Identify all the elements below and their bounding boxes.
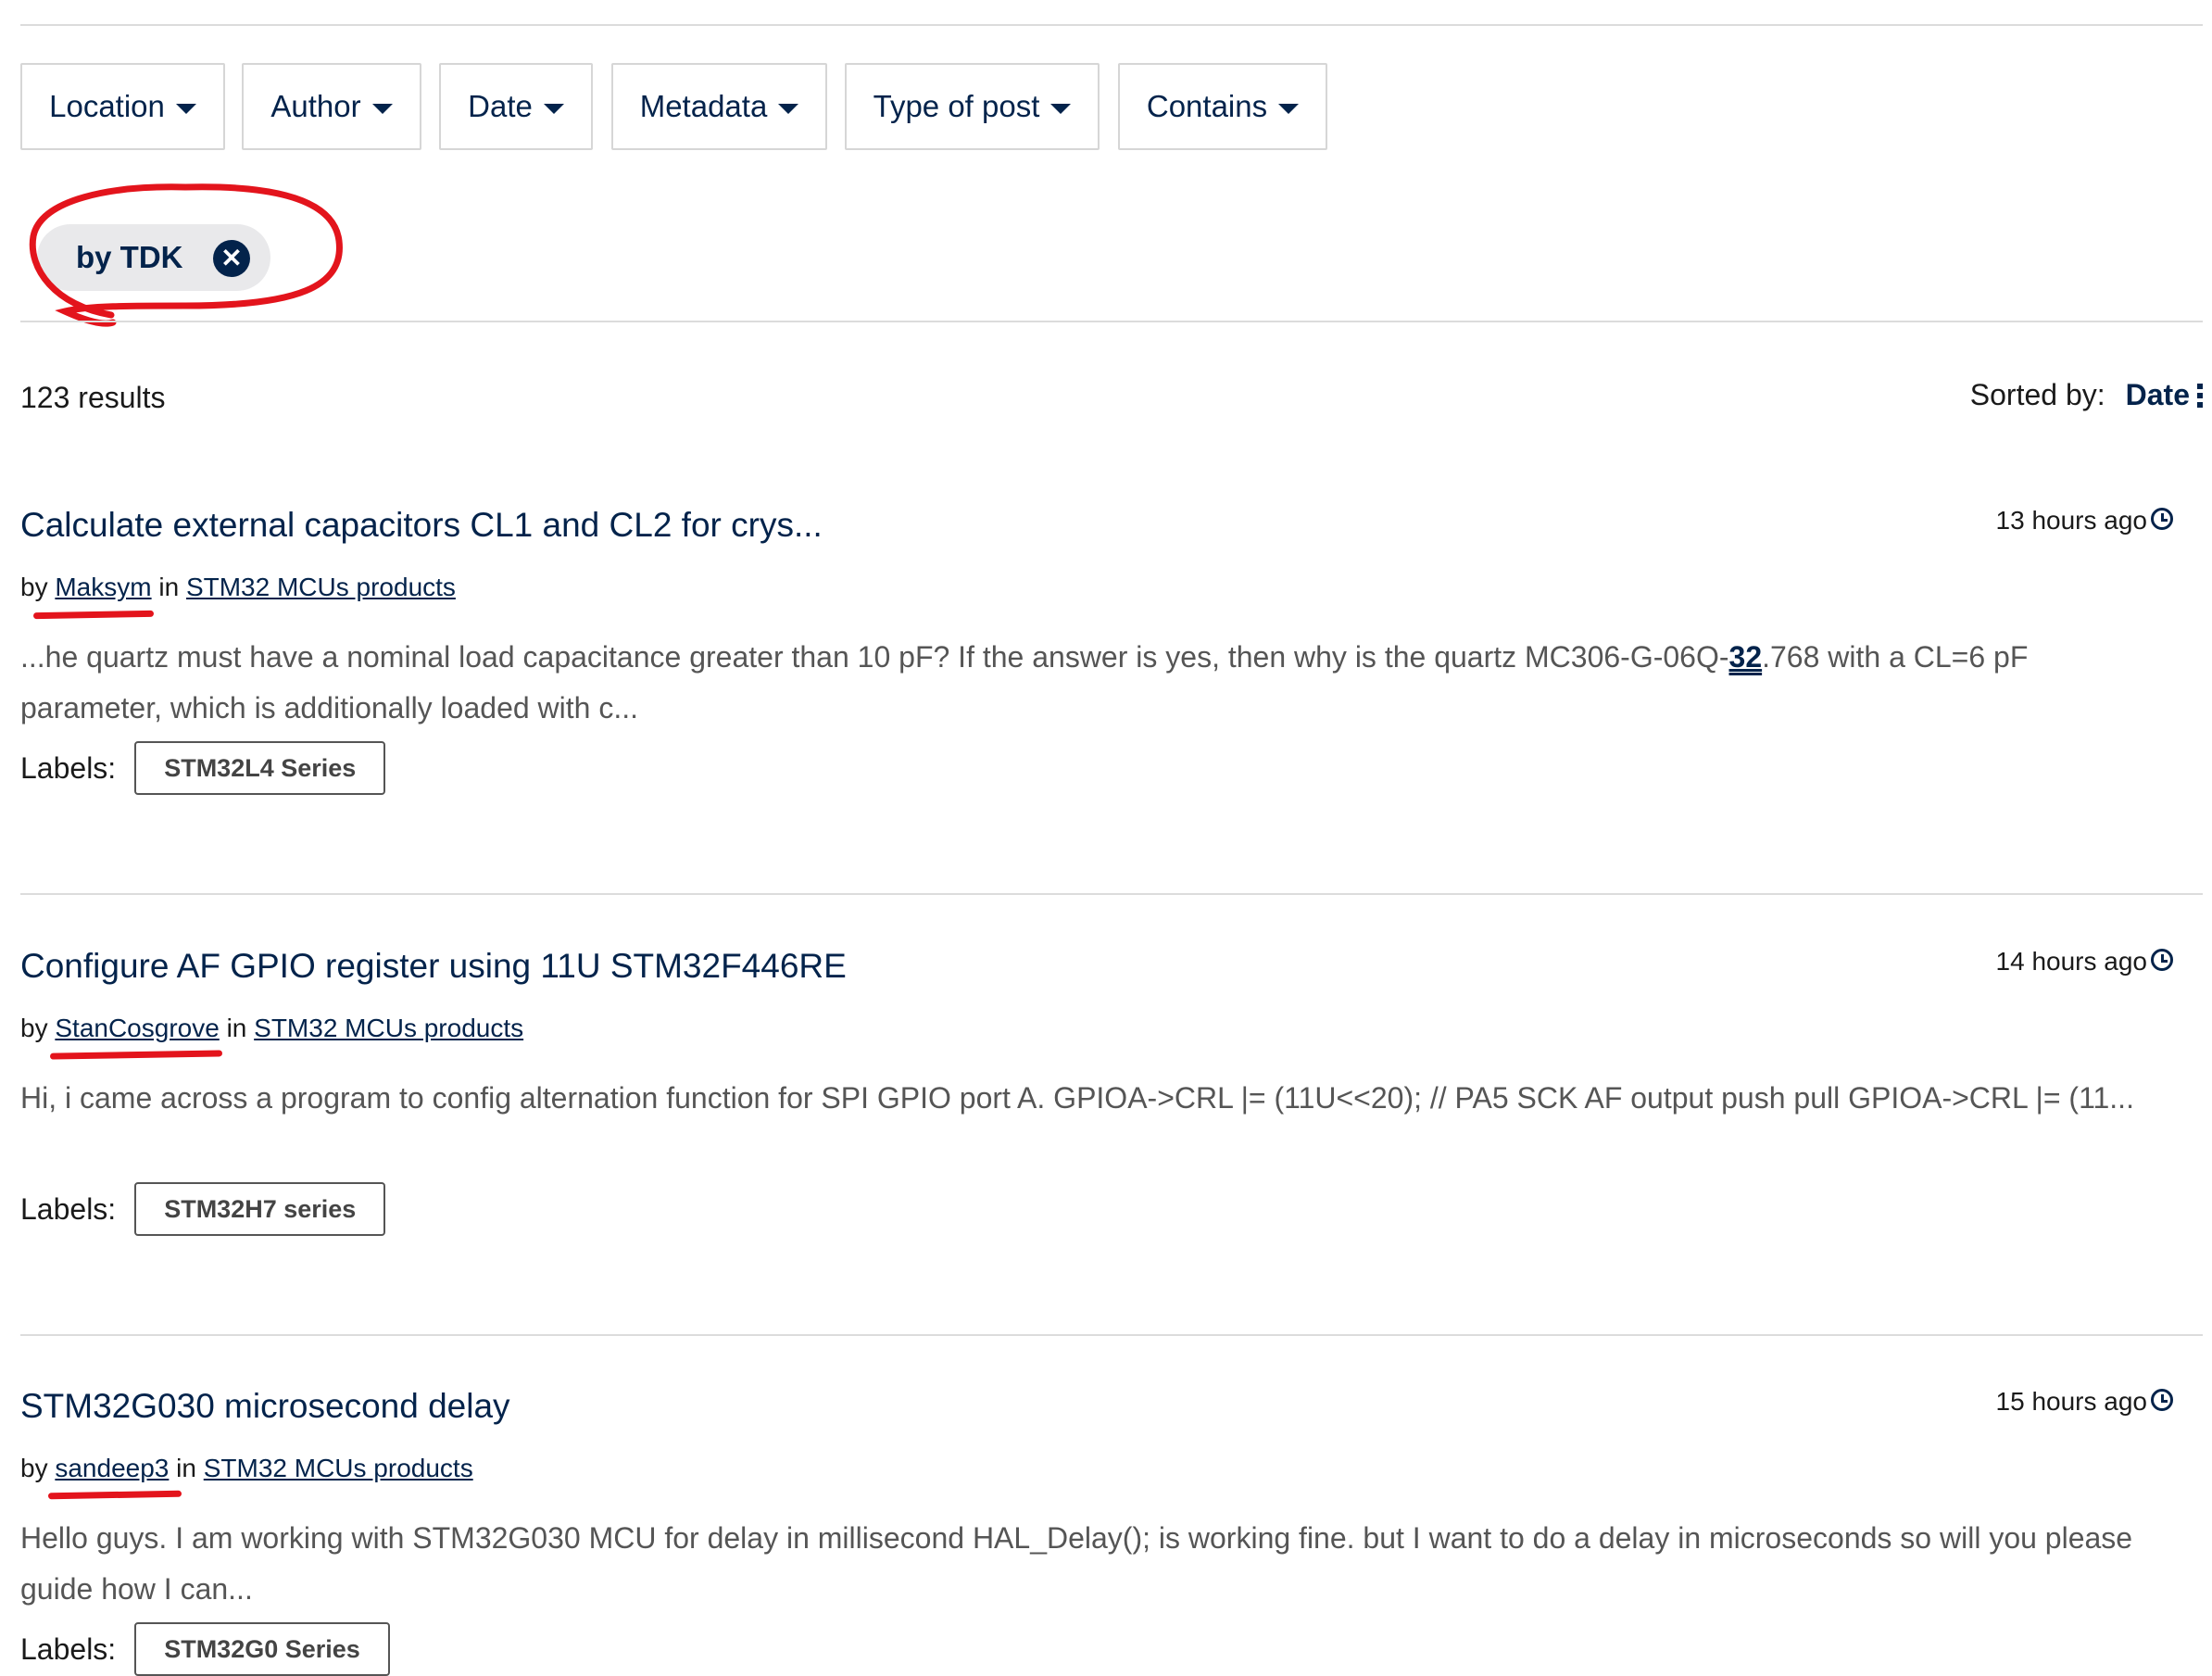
post-snippet: Hi, i came across a program to config al… <box>20 1081 2134 1115</box>
caret-down-icon <box>371 103 393 114</box>
filter-label: Type of post <box>873 89 1040 123</box>
filter-type-of-post-button[interactable]: Type of post <box>845 63 1100 150</box>
board-link[interactable]: STM32 MCUs products <box>254 1014 523 1042</box>
caret-down-icon <box>778 103 799 114</box>
labels-title: Labels: <box>20 750 117 785</box>
snippet-text: ...he quartz must have a nominal load ca… <box>20 640 1729 674</box>
post-byline: by StanCosgrove in STM32 MCUs products <box>20 1014 523 1043</box>
post-timestamp: 13 hours ago <box>1995 506 2147 535</box>
clock-icon <box>2151 1389 2173 1411</box>
author-link[interactable]: StanCosgrove <box>55 1014 219 1042</box>
labels-row: Labels: STM32H7 series <box>20 1182 386 1236</box>
post-snippet: Hello guys. I am working with STM32G030 … <box>20 1521 2133 1606</box>
caret-down-icon <box>543 103 564 114</box>
annotation-underline <box>47 1490 182 1500</box>
active-filter-label: by TDK <box>76 240 183 274</box>
post-timestamp: 15 hours ago <box>1995 1387 2147 1416</box>
labels-row: Labels: STM32L4 Series <box>20 741 386 795</box>
filter-date-button[interactable]: Date <box>439 63 593 150</box>
kebab-menu-icon[interactable] <box>2197 383 2203 408</box>
filter-author-button[interactable]: Author <box>242 63 421 150</box>
by-label: by <box>20 1454 48 1482</box>
caret-down-icon <box>175 103 196 114</box>
active-filter-chip: by TDK ✕ <box>37 224 270 291</box>
filter-location-button[interactable]: Location <box>20 63 225 150</box>
board-link[interactable]: STM32 MCUs products <box>204 1454 473 1482</box>
close-icon[interactable]: ✕ <box>213 240 250 277</box>
in-label: in <box>176 1454 196 1482</box>
clock-icon <box>2151 949 2173 971</box>
sort-value[interactable]: Date <box>2126 378 2190 412</box>
filter-metadata-button[interactable]: Metadata <box>611 63 827 150</box>
post-snippet: ...he quartz must have a nominal load ca… <box>20 632 2151 734</box>
annotation-underline <box>32 610 155 620</box>
by-label: by <box>20 1014 48 1042</box>
caret-down-icon <box>1278 103 1300 114</box>
label-tag[interactable]: STM32H7 series <box>134 1182 386 1236</box>
label-tag[interactable]: STM32L4 Series <box>134 741 386 795</box>
filter-label: Location <box>49 89 165 123</box>
post-byline: by sandeep3 in STM32 MCUs products <box>20 1454 473 1483</box>
post-byline: by Maksym in STM32 MCUs products <box>20 573 456 602</box>
label-tag[interactable]: STM32G0 Series <box>134 1622 390 1676</box>
in-label: in <box>226 1014 247 1042</box>
board-link[interactable]: STM32 MCUs products <box>186 573 456 601</box>
post-title[interactable]: Calculate external capacitors CL1 and CL… <box>20 506 823 545</box>
annotation-underline <box>49 1050 223 1060</box>
in-label: in <box>158 573 180 601</box>
post-title[interactable]: STM32G030 microsecond delay <box>20 1387 510 1426</box>
sort-control[interactable]: Sorted by: Date <box>1970 378 2203 412</box>
filter-label: Contains <box>1146 89 1268 123</box>
labels-title: Labels: <box>20 1191 117 1226</box>
results-count: 123 results <box>20 381 166 414</box>
filter-label: Author <box>270 89 361 123</box>
post-title[interactable]: Configure AF GPIO register using 11U STM… <box>20 947 847 986</box>
filter-label: Date <box>468 89 533 123</box>
filter-contains-button[interactable]: Contains <box>1118 63 1327 150</box>
sorted-by-label: Sorted by: <box>1969 378 2105 411</box>
chip-divider <box>20 321 2203 322</box>
post-divider <box>20 1334 2203 1336</box>
top-divider <box>20 24 2203 26</box>
post-divider <box>20 893 2203 895</box>
caret-down-icon <box>1050 103 1072 114</box>
labels-row: Labels: STM32G0 Series <box>20 1622 390 1676</box>
clock-icon <box>2151 508 2173 530</box>
post-timestamp: 14 hours ago <box>1995 947 2147 976</box>
labels-title: Labels: <box>20 1632 117 1666</box>
snippet-highlight: 32 <box>1728 640 1763 674</box>
filter-label: Metadata <box>639 89 768 123</box>
author-link[interactable]: Maksym <box>55 573 151 601</box>
by-label: by <box>20 573 48 601</box>
author-link[interactable]: sandeep3 <box>55 1454 169 1482</box>
